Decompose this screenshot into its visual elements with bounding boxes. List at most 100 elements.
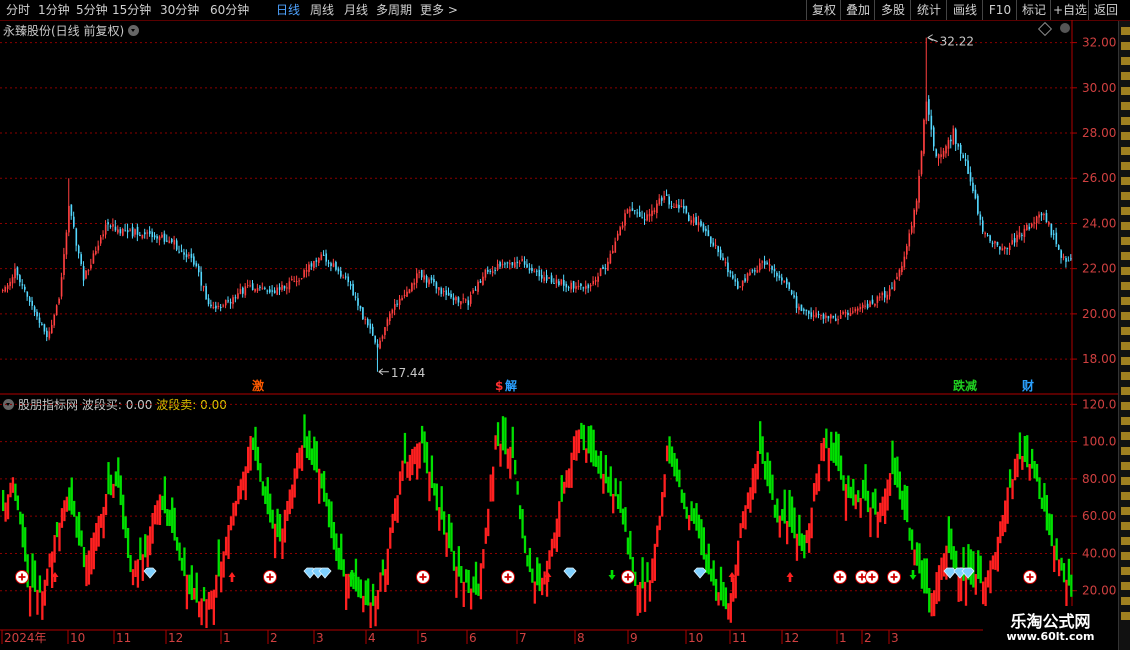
low-arrow: [378, 368, 389, 376]
candle-body: [754, 270, 756, 272]
candle-body: [286, 287, 288, 289]
indicator-bar: [460, 566, 463, 583]
strip-mark: [1121, 567, 1130, 575]
xaxis-label: 7: [519, 631, 527, 645]
candle-body: [788, 282, 791, 289]
candle-body: [915, 200, 918, 212]
indicator-bar: [75, 516, 78, 538]
xaxis-label: 1: [223, 631, 231, 645]
indicator-bar: [305, 436, 309, 459]
indicator-bar: [773, 504, 777, 518]
indicator-bar: [281, 528, 284, 560]
candle-body: [80, 254, 82, 265]
indicator-bar: [839, 455, 843, 480]
candle-body: [283, 285, 286, 289]
indicator-bar: [810, 507, 813, 539]
candle-body: [349, 284, 352, 286]
candle-body: [200, 271, 203, 286]
candle-body: [477, 281, 479, 292]
candle-body: [893, 281, 896, 291]
candle-body: [724, 262, 727, 264]
indicator-bar: [259, 463, 262, 482]
indicator-bar: [198, 601, 201, 618]
indicator-bar: [134, 560, 137, 578]
indicator-bar: [920, 560, 924, 589]
indicator-bar: [266, 477, 269, 515]
indicator-bar: [668, 436, 671, 464]
indicator-bar: [469, 588, 473, 610]
indicator-bar: [969, 549, 973, 585]
indicator-bar: [719, 566, 723, 601]
indicator-bar: [790, 496, 794, 533]
indicator-bar: [665, 445, 669, 462]
candle-body: [330, 263, 332, 267]
candle-body: [555, 279, 558, 284]
indicator-bar: [149, 526, 152, 556]
indicator-bar: [982, 581, 985, 605]
candle-body: [322, 254, 325, 256]
indicator-bar: [374, 595, 377, 627]
candle-body: [362, 307, 364, 320]
candle-body: [406, 291, 408, 297]
candle-body: [131, 227, 134, 237]
candle-body: [357, 298, 359, 306]
indicator-bar: [523, 535, 527, 554]
stock-chart[interactable]: 32.00 30.00 28.00 26.00 24.00 22.00 20.00 18.00…: [0, 0, 1130, 650]
candle-body: [658, 198, 661, 205]
indicator-bar: [781, 509, 784, 521]
indicator-bar: [420, 425, 424, 444]
indicator-bar: [210, 590, 213, 610]
indicator-bar: [852, 478, 855, 506]
candle-body: [849, 313, 852, 316]
right-side-strip[interactable]: [1118, 21, 1130, 650]
candle-body: [450, 293, 452, 298]
candle-body: [190, 253, 193, 258]
candle-body: [249, 285, 252, 287]
candle-body: [51, 324, 53, 334]
candle-body: [462, 298, 465, 300]
candle-body: [332, 263, 335, 267]
candle-body: [548, 277, 550, 279]
indicator-bar: [249, 435, 252, 471]
candle-body: [717, 246, 719, 253]
candle-body: [861, 304, 864, 309]
indicator-bar: [1040, 497, 1044, 509]
indicator-bar: [288, 489, 291, 515]
indicator-bar: [391, 513, 394, 533]
candle-body: [335, 262, 337, 270]
indicator-bar: [933, 590, 936, 617]
candle-body: [251, 283, 254, 291]
indicator-bar: [73, 500, 76, 517]
candle-body: [1028, 226, 1031, 230]
indicator-bar: [913, 549, 916, 566]
candle-body: [161, 234, 163, 238]
indicator-bar: [614, 478, 617, 497]
indicator-bar: [178, 542, 181, 561]
indicator-bar: [825, 428, 828, 449]
indicator-bar: [778, 515, 781, 538]
indicator-bar: [80, 530, 83, 547]
candle-body: [193, 256, 195, 265]
candle-body: [977, 195, 979, 214]
indicator-bar: [357, 576, 360, 598]
indicator-bar: [759, 421, 762, 454]
strip-mark: [1121, 522, 1130, 530]
indicator-bar: [580, 422, 583, 440]
xaxis-label: 12: [784, 631, 799, 645]
candle-body: [778, 275, 781, 278]
indicator-bar: [609, 466, 612, 497]
indicator-tick-label: 20.00: [1082, 584, 1116, 598]
candle-body: [585, 285, 587, 289]
indicator-bar: [332, 522, 336, 550]
indicator-bar: [903, 484, 906, 521]
candle-body: [168, 240, 171, 244]
indicator-bar: [798, 514, 801, 546]
indicator-bar: [950, 528, 953, 560]
candle-body: [800, 304, 803, 311]
candle-body: [763, 261, 766, 265]
indicator-bar: [893, 457, 897, 485]
indicator-bar: [531, 568, 534, 583]
candle-body: [783, 280, 786, 283]
indicator-bar: [974, 574, 977, 595]
indicator-bar: [577, 429, 581, 454]
